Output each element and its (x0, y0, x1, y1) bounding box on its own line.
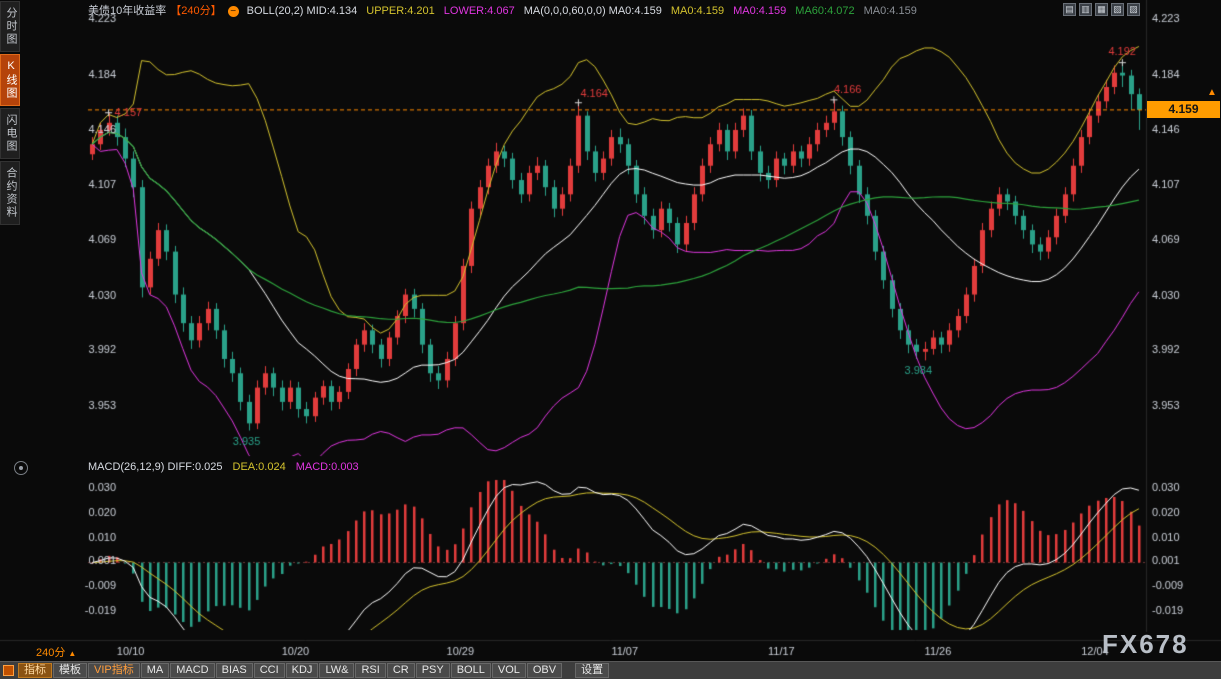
period-up-arrow-icon: ▲ (68, 649, 76, 658)
sidebar-tab[interactable]: 分时图 (0, 1, 20, 52)
price-chart-canvas[interactable] (0, 0, 1221, 679)
toolbar-button[interactable]: VIP指标 (88, 663, 140, 678)
toolbar-button[interactable]: 设置 (575, 663, 609, 678)
period-selector[interactable]: 240分▲ (36, 644, 76, 660)
indicator-legend-item: LOWER:4.067 (444, 5, 515, 17)
indicator-grid-icon[interactable] (3, 665, 14, 676)
indicator-legend-item: MA0:4.159 (671, 5, 724, 17)
zoom-out-icon[interactable]: − (228, 6, 239, 17)
toolbar-button[interactable]: CR (387, 663, 415, 678)
toolbar-button[interactable]: BOLL (451, 663, 491, 678)
macd-legend-item: DEA:0.024 (233, 461, 286, 473)
toolbar-button[interactable]: BIAS (216, 663, 253, 678)
app-window: 分时图K线图闪电图合约资料 美债10年收益率【240分】−BOLL(20,2) … (0, 0, 1221, 679)
pane-layout-icon[interactable]: ▧ (1111, 3, 1124, 16)
sidebar-tab[interactable]: 合约资料 (0, 161, 20, 225)
indicator-legend-item: MA(0,0,0,60,0,0) MA0:4.159 (524, 5, 662, 17)
price-up-arrow-icon: ▲ (1207, 87, 1217, 98)
toolbar-button[interactable]: MACD (170, 663, 214, 678)
indicator-legend-item: MA0:4.159 (733, 5, 786, 17)
toolbar-button[interactable]: PSY (416, 663, 450, 678)
sidebar-tab[interactable]: K线图 (0, 54, 20, 106)
indicator-legend-item: MA60:4.072 (795, 5, 854, 17)
fx678-watermark: FX678 (1102, 629, 1189, 660)
toolbar-button[interactable]: MA (141, 663, 170, 678)
toolbar-button[interactable]: RSI (355, 663, 385, 678)
pane-layout-icon[interactable]: ▦ (1095, 3, 1108, 16)
sidebar-tab[interactable]: 闪电图 (0, 108, 20, 159)
macd-indicator-header: MACD(26,12,9) DIFF:0.025 DEA:0.024 MACD:0.… (88, 461, 369, 473)
pane-layout-controls: ▤▥▦▧▨ (1063, 3, 1140, 16)
bottom-toolbar: 指标模板VIP指标MAMACDBIASCCIKDJLW&RSICRPSYBOLL… (0, 661, 1221, 679)
period-label: 240分 (36, 647, 65, 659)
indicator-legend-item: MA0:4.159 (864, 5, 917, 17)
pane-collapse-icon[interactable] (14, 461, 28, 475)
toolbar-button[interactable]: VOL (492, 663, 526, 678)
toolbar-button[interactable]: 指标 (18, 663, 52, 678)
pane-layout-icon[interactable]: ▤ (1063, 3, 1076, 16)
interval-label: 【240分】 (170, 5, 221, 17)
indicator-legend-item: UPPER:4.201 (366, 5, 434, 17)
macd-legend-item: MACD:0.003 (296, 461, 359, 473)
pane-layout-icon[interactable]: ▥ (1079, 3, 1092, 16)
indicator-legend-item: BOLL(20,2) MID:4.134 (247, 5, 358, 17)
last-price-tag: 4.159 (1147, 101, 1220, 118)
toolbar-button[interactable]: 模板 (53, 663, 87, 678)
toolbar-button[interactable]: KDJ (286, 663, 319, 678)
toolbar-button[interactable]: OBV (527, 663, 562, 678)
pane-layout-icon[interactable]: ▨ (1127, 3, 1140, 16)
instrument-title: 美债10年收益率 (88, 5, 166, 17)
toolbar-button[interactable]: CCI (254, 663, 285, 678)
indicator-legend: BOLL(20,2) MID:4.134 UPPER:4.201 LOWER:4.0… (247, 5, 926, 17)
chart-header: 美债10年收益率【240分】−BOLL(20,2) MID:4.134 UPPER… (88, 2, 926, 16)
toolbar-button[interactable]: LW& (319, 663, 354, 678)
macd-legend-item: MACD(26,12,9) DIFF:0.025 (88, 461, 223, 473)
toolbar-button-list: 指标模板VIP指标MAMACDBIASCCIKDJLW&RSICRPSYBOLL… (18, 663, 609, 678)
left-tab-sidebar: 分时图K线图闪电图合约资料 (0, 1, 20, 227)
